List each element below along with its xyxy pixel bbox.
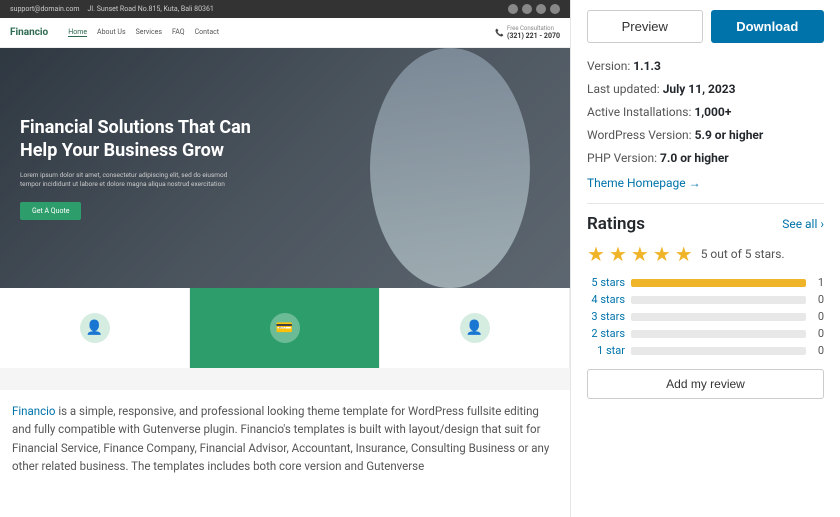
php-version-label: PHP Version: xyxy=(587,151,657,165)
rating-bar-count-3: 0 xyxy=(812,327,824,340)
stars-display: ★ ★ ★ ★ ★ 5 out of 5 stars. xyxy=(587,242,824,266)
instagram-icon xyxy=(536,4,546,14)
nav-faq: FAQ xyxy=(172,28,185,37)
phone-number: (321) 221 - 2070 xyxy=(507,32,560,40)
nav-links: Home About Us Services FAQ Contact xyxy=(68,28,219,37)
ratings-title: Ratings xyxy=(587,214,645,234)
hero-cta-button[interactable]: Get A Quote xyxy=(20,202,81,220)
nav-contact: Contact xyxy=(195,28,219,37)
theme-preview: support@domain.com Jl. Sunset Road No.81… xyxy=(0,0,570,390)
version-label: Version: xyxy=(587,59,630,73)
left-panel: support@domain.com Jl. Sunset Road No.81… xyxy=(0,0,570,517)
theme-description: Financio is a simple, responsive, and pr… xyxy=(12,402,558,476)
preview-button[interactable]: Preview xyxy=(587,10,703,43)
card-3: 👤 xyxy=(380,288,570,368)
theme-homepage-row: Theme Homepage → xyxy=(587,172,824,191)
last-updated-label: Last updated: xyxy=(587,82,660,96)
rating-bar-row-1: 4 stars 0 xyxy=(587,293,824,306)
rating-bar-row-0: 5 stars 1 xyxy=(587,276,824,289)
card-2: 💳 xyxy=(190,288,380,368)
rating-bar-row-3: 2 stars 0 xyxy=(587,327,824,340)
rating-bar-label-4[interactable]: 1 star xyxy=(587,344,625,357)
ratings-header: Ratings See all › xyxy=(587,214,824,234)
star-5: ★ xyxy=(675,242,693,266)
rating-bar-track-0 xyxy=(631,279,806,287)
divider xyxy=(587,203,824,204)
version-value: 1.1.3 xyxy=(633,59,661,73)
card-3-icon: 👤 xyxy=(460,313,490,343)
ratings-section: Ratings See all › ★ ★ ★ ★ ★ 5 out of 5 s… xyxy=(587,214,824,399)
rating-bar-row-2: 3 stars 0 xyxy=(587,310,824,323)
last-updated-value: July 11, 2023 xyxy=(663,82,736,96)
twitter-icon xyxy=(522,4,532,14)
phone-icon: 📞 xyxy=(495,29,504,37)
social-icons xyxy=(508,4,560,14)
star-1: ★ xyxy=(587,242,605,266)
rating-bar-label-1[interactable]: 4 stars xyxy=(587,293,625,306)
rating-bar-count-0: 1 xyxy=(812,276,824,289)
download-button[interactable]: Download xyxy=(711,10,825,43)
see-all-link[interactable]: See all › xyxy=(782,217,824,231)
see-all-label: See all xyxy=(782,217,817,231)
description-link-financio: Financio xyxy=(12,404,55,418)
rating-bar-label-0[interactable]: 5 stars xyxy=(587,276,625,289)
nav-services: Services xyxy=(136,28,162,37)
address-text: Jl. Sunset Road No.815, Kuta, Bali 80361 xyxy=(88,5,214,13)
last-updated-row: Last updated: July 11, 2023 xyxy=(587,80,824,98)
linkedin-icon xyxy=(550,4,560,14)
action-buttons: Preview Download xyxy=(587,10,824,43)
rating-bar-label-3[interactable]: 2 stars xyxy=(587,327,625,340)
fake-topbar: support@domain.com Jl. Sunset Road No.81… xyxy=(0,0,570,18)
meta-table: Version: 1.1.3 Last updated: July 11, 20… xyxy=(587,57,824,191)
php-version-row: PHP Version: 7.0 or higher xyxy=(587,149,824,167)
nav-about: About Us xyxy=(97,28,126,37)
rating-bar-track-3 xyxy=(631,330,806,338)
star-3: ★ xyxy=(631,242,649,266)
rating-bar-track-2 xyxy=(631,313,806,321)
rating-bars: 5 stars 1 4 stars 0 3 stars 0 2 stars 0 1 star 0 xyxy=(587,276,824,357)
fake-hero: Financial Solutions That Can Help Your B… xyxy=(0,48,570,288)
phone-info: 📞 Free Consultation (321) 221 - 2070 xyxy=(495,25,560,40)
fake-navbar: Financio Home About Us Services FAQ Cont… xyxy=(0,18,570,48)
right-panel: Preview Download Version: 1.1.3 Last upd… xyxy=(570,0,840,517)
wp-version-value: 5.9 or higher xyxy=(695,128,764,142)
card-1: 👤 xyxy=(0,288,190,368)
hero-person-image xyxy=(360,48,540,288)
card-1-icon: 👤 xyxy=(80,313,110,343)
card-2-icon: 💳 xyxy=(270,313,300,343)
active-installs-label: Active Installations: xyxy=(587,105,691,119)
facebook-icon xyxy=(508,4,518,14)
active-installs-row: Active Installations: 1,000+ xyxy=(587,103,824,121)
rating-bar-count-2: 0 xyxy=(812,310,824,323)
wp-version-row: WordPress Version: 5.9 or higher xyxy=(587,126,824,144)
php-version-value: 7.0 or higher xyxy=(660,151,729,165)
see-all-arrow: › xyxy=(820,217,824,231)
email-text: support@domain.com xyxy=(10,5,80,13)
rating-bar-fill-0 xyxy=(631,279,806,287)
fake-cards-row: 👤 💳 👤 xyxy=(0,288,570,368)
rating-bar-track-1 xyxy=(631,296,806,304)
hero-title: Financial Solutions That Can Help Your B… xyxy=(20,116,280,163)
theme-homepage-link[interactable]: Theme Homepage → xyxy=(587,176,701,190)
wp-version-label: WordPress Version: xyxy=(587,128,692,142)
stars-label: 5 out of 5 stars. xyxy=(701,247,785,261)
active-installs-value: 1,000+ xyxy=(694,105,731,119)
rating-bar-label-2[interactable]: 3 stars xyxy=(587,310,625,323)
star-2: ★ xyxy=(609,242,627,266)
phone-label: Free Consultation xyxy=(507,25,560,32)
hero-description: Lorem ipsum dolor sit amet, consectetur … xyxy=(20,171,240,191)
nav-home: Home xyxy=(68,28,87,37)
rating-bar-count-4: 0 xyxy=(812,344,824,357)
star-4: ★ xyxy=(653,242,671,266)
version-row: Version: 1.1.3 xyxy=(587,57,824,75)
description-area: Financio is a simple, responsive, and pr… xyxy=(0,390,570,476)
rating-bar-track-4 xyxy=(631,347,806,355)
fake-website: support@domain.com Jl. Sunset Road No.81… xyxy=(0,0,570,390)
add-review-button[interactable]: Add my review xyxy=(587,369,824,399)
rating-bar-row-4: 1 star 0 xyxy=(587,344,824,357)
rating-bar-count-1: 0 xyxy=(812,293,824,306)
site-logo: Financio xyxy=(10,27,48,38)
